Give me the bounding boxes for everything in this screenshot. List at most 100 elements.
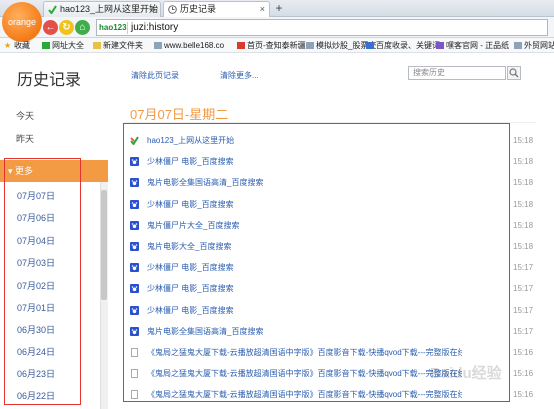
history-time: 15:18 <box>513 157 534 167</box>
bookmark-item[interactable]: 首页-查知泰新疆 <box>237 38 306 52</box>
hao123-icon <box>48 5 57 14</box>
bookmark-item[interactable]: 嘿客官网 - 正品纸 <box>436 38 510 52</box>
history-title[interactable]: 《鬼局之猛鬼大厦下载-云播放超清国语中字版》百度影音下载-快播qvod下载---… <box>147 345 462 361</box>
url-text[interactable]: juzi:history <box>131 20 178 35</box>
history-row[interactable]: 少林僵尸 电影_百度搜索 15:18 <box>130 154 535 170</box>
folder-icon <box>93 42 101 49</box>
history-row[interactable]: 少林僵尸 电影_百度搜索 15:17 <box>130 260 535 276</box>
history-row[interactable]: 《鬼局之猛鬼大厦下载-云播放超清国语中字版》百度影音下载-快播qvod下载---… <box>130 345 535 361</box>
history-title[interactable]: 鬼片电影全集国语高清_百度搜索 <box>147 324 263 340</box>
history-title[interactable]: 少林僵尸 电影_百度搜索 <box>147 154 234 170</box>
sidebar-highlight-box <box>4 158 81 405</box>
bookmark-item[interactable]: 网址大全 <box>42 38 84 52</box>
baidu-icon <box>130 157 139 167</box>
history-title[interactable]: 鬼片电影大全_百度搜索 <box>147 239 231 255</box>
history-title[interactable]: hao123_上网从这里开始 <box>147 133 234 149</box>
search-input[interactable]: 搜索历史 <box>408 66 506 80</box>
bookmark-label: 嘿客官网 - 正品纸 <box>446 41 510 50</box>
page-icon <box>514 42 522 49</box>
navigation-bar: ← ↻ ⌂ hao123 juzi:history <box>0 17 554 38</box>
baidu-icon <box>130 305 139 315</box>
history-title[interactable]: 少林僵尸 电影_百度搜索 <box>147 197 234 213</box>
tab-hao123[interactable]: hao123_上网从这里开始 × <box>43 1 161 17</box>
history-row[interactable]: 少林僵尸 电影_百度搜索 15:18 <box>130 197 535 213</box>
close-tab-icon[interactable]: × <box>151 2 156 17</box>
clear-page-link[interactable]: 清除此页记录 <box>131 70 179 81</box>
history-time: 15:18 <box>513 136 534 145</box>
history-time: 15:18 <box>513 242 534 251</box>
history-time: 15:17 <box>513 305 534 315</box>
history-time: 15:17 <box>513 263 534 273</box>
history-row[interactable]: 少林僵尸 电影_百度搜索 15:17 <box>130 281 535 297</box>
tab-strip: hao123_上网从这里开始 × 历史记录 × + <box>0 0 554 17</box>
site-icon <box>237 42 245 49</box>
page-icon <box>131 348 138 357</box>
hao123-icon <box>130 136 139 145</box>
browser-logo[interactable]: orange <box>2 2 42 42</box>
history-title[interactable]: 少林僵尸 电影_百度搜索 <box>147 260 234 276</box>
history-row[interactable]: 鬼片电影全集国语高清_百度搜索 15:18 <box>130 175 535 191</box>
watermark: Baidu经验 <box>430 365 502 382</box>
bookmark-label: 网址大全 <box>52 41 84 50</box>
site-icon <box>436 42 444 49</box>
tab-label: hao123_上网从这里开始 <box>60 4 159 14</box>
page-icon <box>154 42 162 49</box>
bookmark-label: 外贸网站 <box>524 41 554 50</box>
history-time: 15:18 <box>513 220 534 230</box>
baidu-icon <box>130 242 139 251</box>
history-title[interactable]: 鬼片电影全集国语高清_百度搜索 <box>147 175 263 191</box>
bookmark-label: www.belle168.co <box>164 41 225 50</box>
home-button[interactable]: ⌂ <box>75 20 90 35</box>
bookmark-label: 收藏 <box>14 41 30 50</box>
history-row[interactable]: hao123_上网从这里开始 15:18 <box>130 133 535 149</box>
history-time: 15:16 <box>513 390 534 400</box>
baidu-icon <box>130 220 139 230</box>
history-time: 15:18 <box>513 199 534 209</box>
site-icon <box>366 42 374 49</box>
bookmark-item[interactable]: 新建文件夹 <box>93 38 143 52</box>
back-button[interactable]: ← <box>43 20 58 35</box>
sidebar-item-yesterday[interactable]: 昨天 <box>16 132 34 145</box>
history-title[interactable]: 少林僵尸 电影_百度搜索 <box>147 303 234 319</box>
bookmark-label: 首页-查知泰新疆 <box>247 41 306 50</box>
history-time: 15:17 <box>513 284 534 294</box>
sidebar-item-today[interactable]: 今天 <box>16 109 34 122</box>
history-row[interactable]: 鬼片电影大全_百度搜索 15:18 <box>130 239 535 255</box>
address-bar[interactable]: hao123 juzi:history <box>96 19 548 36</box>
search-icon[interactable] <box>507 66 521 80</box>
close-tab-icon[interactable]: × <box>260 2 265 17</box>
date-heading: 07月07日-星期二 <box>130 107 229 122</box>
sidebar-scroll-thumb[interactable] <box>101 190 107 300</box>
bookmark-label: 新建文件夹 <box>103 41 143 50</box>
history-title[interactable]: 鬼片僵尸片大全_百度搜索 <box>147 218 239 234</box>
history-title[interactable]: 《鬼局之猛鬼大厦下载-云播放超清国语中字版》百度影音下载-快播qvod下载---… <box>147 366 462 382</box>
divider <box>127 22 128 34</box>
history-row[interactable]: 《鬼局之猛鬼大厦下载-云播放超清国语中字版》百度影音下载-快播qvod下载---… <box>130 387 535 403</box>
history-title[interactable]: 《鬼局之猛鬼大厦下载-云播放超清国语中字版》百度影音下载-快播qvod下载---… <box>147 387 462 403</box>
history-row[interactable]: 鬼片电影全集国语高清_百度搜索 15:17 <box>130 324 535 340</box>
clear-more-link[interactable]: 清除更多... <box>220 70 259 81</box>
history-row[interactable]: 少林僵尸 电影_百度搜索 15:17 <box>130 303 535 319</box>
bookmark-label: 百度收录、关键词 <box>376 41 440 50</box>
baidu-icon <box>130 284 139 294</box>
bookmark-item[interactable]: www.belle168.co <box>154 38 225 52</box>
baidu-icon <box>130 326 139 336</box>
page-title: 历史记录 <box>17 72 82 89</box>
tab-label: 历史记录 <box>180 4 217 14</box>
history-time: 15:16 <box>513 369 534 379</box>
hao123-badge: hao123 <box>99 23 127 32</box>
page-icon <box>306 42 314 49</box>
bookmark-item[interactable]: 百度收录、关键词 <box>366 38 440 52</box>
history-time: 15:16 <box>513 348 534 357</box>
history-title[interactable]: 少林僵尸 电影_百度搜索 <box>147 281 234 297</box>
page-icon <box>131 369 138 379</box>
baidu-icon <box>130 199 139 209</box>
history-row[interactable]: 鬼片僵尸片大全_百度搜索 15:18 <box>130 218 535 234</box>
new-tab-button[interactable]: + <box>272 2 286 16</box>
tab-history[interactable]: 历史记录 × <box>163 1 270 17</box>
page-icon <box>131 390 138 400</box>
baidu-icon <box>130 178 139 188</box>
history-time: 15:18 <box>513 178 534 188</box>
refresh-button[interactable]: ↻ <box>59 20 74 35</box>
bookmark-item[interactable]: 外贸网站 <box>514 38 554 52</box>
